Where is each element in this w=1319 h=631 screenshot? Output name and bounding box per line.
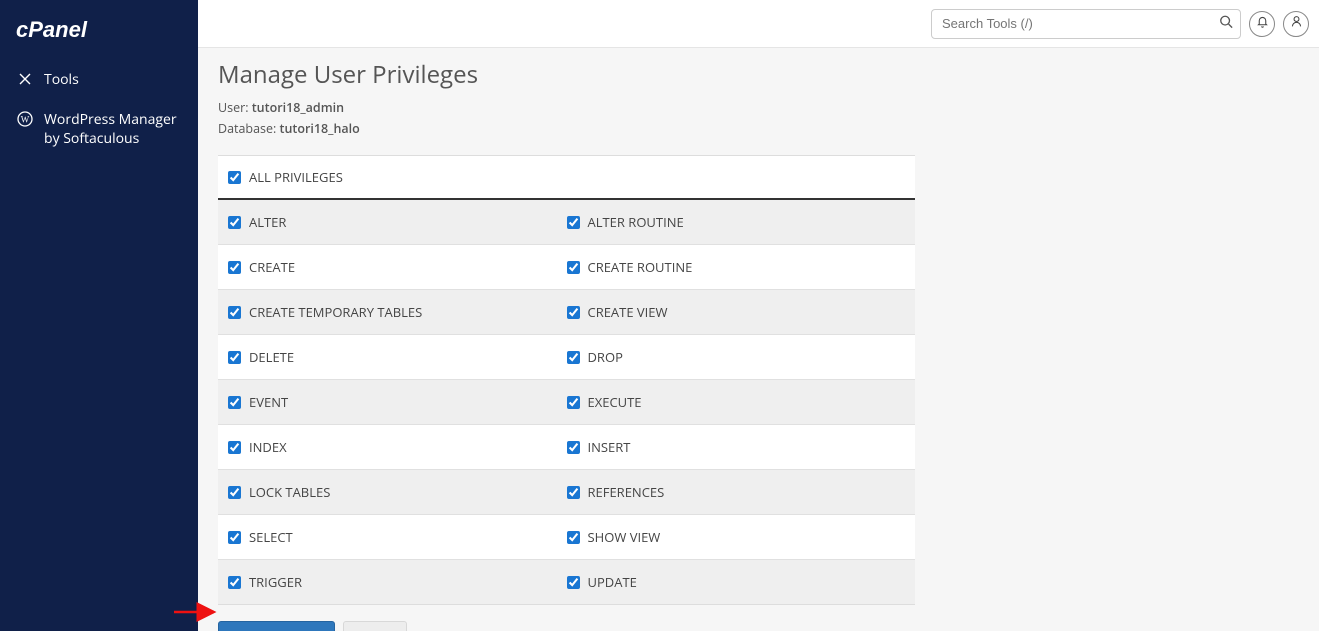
privileges-table: ALL PRIVILEGES ALTERALTER ROUTINECREATEC… bbox=[218, 155, 915, 605]
privilege-row: ALTER ALTER ROUTINE bbox=[218, 200, 915, 245]
privilege-cell: TRIGGER bbox=[228, 573, 567, 591]
privilege-cell: INSERT bbox=[567, 438, 906, 456]
privilege-cell: ALTER ROUTINE bbox=[567, 213, 906, 231]
privilege-label: DELETE bbox=[249, 348, 294, 366]
privilege-checkbox[interactable] bbox=[228, 306, 241, 319]
privilege-label: ALTER ROUTINE bbox=[588, 213, 684, 231]
database-line: Database: tutori18_halo bbox=[218, 120, 1299, 137]
main-content: Manage User Privileges User: tutori18_ad… bbox=[198, 48, 1319, 631]
sidebar: cPanel Tools W WordPress Manager by Soft… bbox=[0, 0, 198, 631]
privilege-cell: EVENT bbox=[228, 393, 567, 411]
privilege-checkbox[interactable] bbox=[228, 351, 241, 364]
svg-text:W: W bbox=[21, 114, 30, 124]
search-icon[interactable] bbox=[1219, 14, 1233, 33]
button-row: Make Changes Reset bbox=[218, 621, 1299, 631]
privilege-checkbox[interactable] bbox=[228, 531, 241, 544]
privilege-label: INSERT bbox=[588, 438, 631, 456]
privilege-checkbox[interactable] bbox=[567, 351, 580, 364]
privilege-row: LOCK TABLES REFERENCES bbox=[218, 470, 915, 515]
search-wrap bbox=[931, 9, 1241, 39]
privilege-row: INDEX INSERT bbox=[218, 425, 915, 470]
search-input[interactable] bbox=[931, 9, 1241, 39]
privilege-label: SELECT bbox=[249, 528, 293, 546]
all-privileges-checkbox[interactable] bbox=[228, 171, 241, 184]
privilege-label: CREATE bbox=[249, 258, 295, 276]
privilege-label: DROP bbox=[588, 348, 623, 366]
privilege-cell: ALTER bbox=[228, 213, 567, 231]
cpanel-logo[interactable]: cPanel bbox=[0, 18, 198, 60]
privilege-checkbox[interactable] bbox=[228, 576, 241, 589]
user-prefix: User: bbox=[218, 99, 252, 116]
privilege-checkbox[interactable] bbox=[567, 216, 580, 229]
privilege-label: EXECUTE bbox=[588, 393, 642, 411]
privilege-label: CREATE TEMPORARY TABLES bbox=[249, 303, 422, 321]
sidebar-item-label: Tools bbox=[44, 70, 182, 90]
privilege-cell: INDEX bbox=[228, 438, 567, 456]
privilege-checkbox[interactable] bbox=[567, 396, 580, 409]
privilege-row: SELECT SHOW VIEW bbox=[218, 515, 915, 560]
all-privileges-label: ALL PRIVILEGES bbox=[249, 168, 343, 186]
privilege-cell: DELETE bbox=[228, 348, 567, 366]
privilege-cell: EXECUTE bbox=[567, 393, 906, 411]
topbar bbox=[198, 0, 1319, 48]
svg-text:cPanel: cPanel bbox=[16, 18, 88, 42]
make-changes-button[interactable]: Make Changes bbox=[218, 621, 335, 631]
privilege-checkbox[interactable] bbox=[228, 216, 241, 229]
privilege-cell: DROP bbox=[567, 348, 906, 366]
reset-button[interactable]: Reset bbox=[343, 621, 407, 631]
privilege-checkbox[interactable] bbox=[228, 486, 241, 499]
privilege-label: CREATE VIEW bbox=[588, 303, 668, 321]
privilege-label: INDEX bbox=[249, 438, 287, 456]
notifications-button[interactable] bbox=[1249, 11, 1275, 37]
privilege-cell: SHOW VIEW bbox=[567, 528, 906, 546]
privilege-row: CREATE CREATE ROUTINE bbox=[218, 245, 915, 290]
tools-icon bbox=[16, 71, 34, 87]
privilege-checkbox[interactable] bbox=[228, 261, 241, 274]
privilege-cell: REFERENCES bbox=[567, 483, 906, 501]
privilege-checkbox[interactable] bbox=[567, 306, 580, 319]
privilege-label: TRIGGER bbox=[249, 573, 302, 591]
user-line: User: tutori18_admin bbox=[218, 99, 1299, 116]
privilege-label: ALTER bbox=[249, 213, 286, 231]
bell-icon bbox=[1256, 14, 1269, 33]
privileges-header: ALL PRIVILEGES bbox=[218, 156, 915, 200]
privilege-label: UPDATE bbox=[588, 573, 637, 591]
db-prefix: Database: bbox=[218, 120, 280, 137]
wordpress-icon: W bbox=[16, 111, 34, 127]
sidebar-item-label: WordPress Manager by Softaculous bbox=[44, 110, 182, 149]
privilege-row: DELETE DROP bbox=[218, 335, 915, 380]
privilege-cell: UPDATE bbox=[567, 573, 906, 591]
user-value: tutori18_admin bbox=[252, 99, 344, 116]
privilege-label: EVENT bbox=[249, 393, 288, 411]
privilege-checkbox[interactable] bbox=[228, 441, 241, 454]
privilege-cell: CREATE VIEW bbox=[567, 303, 906, 321]
user-icon bbox=[1290, 14, 1303, 33]
db-value: tutori18_halo bbox=[280, 120, 360, 137]
sidebar-item-wordpress-manager[interactable]: W WordPress Manager by Softaculous bbox=[0, 100, 198, 159]
privilege-cell: CREATE ROUTINE bbox=[567, 258, 906, 276]
privilege-checkbox[interactable] bbox=[567, 576, 580, 589]
privilege-label: CREATE ROUTINE bbox=[588, 258, 693, 276]
privilege-row: EVENT EXECUTE bbox=[218, 380, 915, 425]
privilege-checkbox[interactable] bbox=[567, 441, 580, 454]
privilege-cell: CREATE bbox=[228, 258, 567, 276]
privilege-cell: SELECT bbox=[228, 528, 567, 546]
privilege-row: CREATE TEMPORARY TABLES CREATE VIEW bbox=[218, 290, 915, 335]
privilege-checkbox[interactable] bbox=[567, 261, 580, 274]
privilege-label: LOCK TABLES bbox=[249, 483, 330, 501]
user-menu-button[interactable] bbox=[1283, 11, 1309, 37]
page-title: Manage User Privileges bbox=[218, 58, 1299, 91]
privilege-row: TRIGGER UPDATE bbox=[218, 560, 915, 604]
sidebar-item-tools[interactable]: Tools bbox=[0, 60, 198, 100]
privilege-checkbox[interactable] bbox=[228, 396, 241, 409]
privilege-label: REFERENCES bbox=[588, 483, 665, 501]
privilege-checkbox[interactable] bbox=[567, 486, 580, 499]
privilege-label: SHOW VIEW bbox=[588, 528, 661, 546]
privilege-cell: LOCK TABLES bbox=[228, 483, 567, 501]
privilege-checkbox[interactable] bbox=[567, 531, 580, 544]
privilege-cell: CREATE TEMPORARY TABLES bbox=[228, 303, 567, 321]
